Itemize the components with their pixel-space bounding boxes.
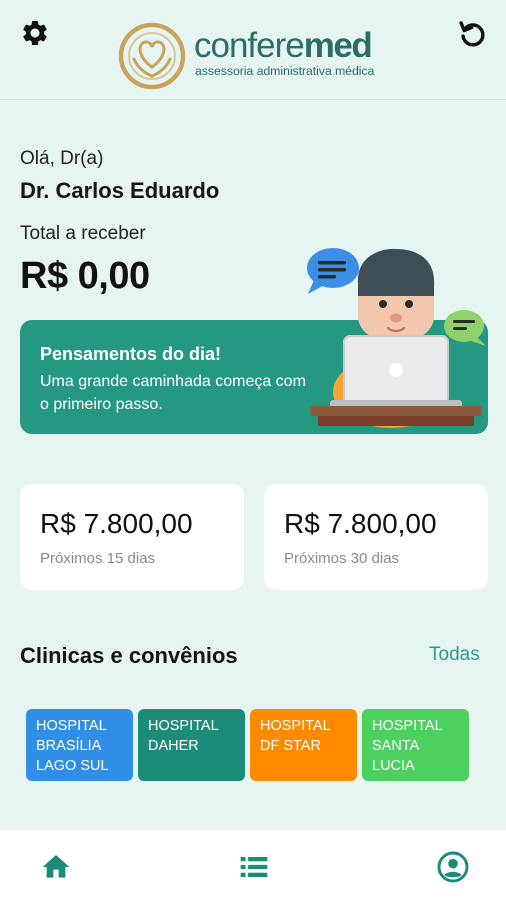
greeting-salutation: Olá, Dr(a) — [20, 148, 104, 169]
refresh-icon[interactable] — [456, 17, 490, 51]
logo-tagline: assessoria administrativa médica — [195, 64, 375, 78]
gear-icon[interactable] — [20, 18, 50, 48]
clinic-card-df-star[interactable]: HOSPITAL DF STAR — [250, 709, 357, 781]
list-icon[interactable] — [238, 851, 270, 883]
app-header: conferemed assessoria administrativa méd… — [0, 0, 506, 100]
logo-emblem — [118, 22, 186, 90]
stat-label: Próximos 30 dias — [284, 550, 400, 567]
bottom-navigation — [0, 830, 506, 900]
banner-message: Uma grande caminhada começa com o primei… — [40, 373, 306, 413]
logo-wordmark: conferemed — [194, 26, 373, 65]
chat-bubble-icon — [307, 248, 359, 294]
doctor-laptop-illustration — [307, 248, 486, 428]
banner-title: Pensamentos do dia! — [40, 344, 222, 364]
doctor-name: Dr. Carlos Eduardo — [20, 178, 220, 203]
clinic-card-santa-lucia[interactable]: HOSPITAL SANTA LUCIA — [362, 709, 469, 781]
stat-label: Próximos 15 dias — [40, 550, 156, 567]
clinics-section-title: Clinicas e convênios — [20, 643, 238, 668]
clinic-card-daher[interactable]: HOSPITAL DAHER — [138, 709, 245, 781]
total-receivable-label: Total a receber — [20, 223, 146, 244]
user-icon[interactable] — [437, 851, 469, 883]
clinic-card-brasilia-lago-sul[interactable]: HOSPITAL BRASÍLIA LAGO SUL — [26, 709, 133, 781]
stat-card-15-days[interactable]: R$ 7.800,00 Próximos 15 dias — [20, 484, 244, 590]
chat-bubble-icon — [444, 310, 486, 346]
see-all-clinics-link[interactable]: Todas — [429, 644, 480, 666]
stat-value: R$ 7.800,00 — [40, 508, 193, 539]
brand-logo: conferemed assessoria administrativa méd… — [116, 20, 406, 92]
stat-card-30-days[interactable]: R$ 7.800,00 Próximos 30 dias — [264, 484, 488, 590]
total-receivable-value: R$ 0,00 — [20, 255, 150, 297]
stat-value: R$ 7.800,00 — [284, 508, 437, 539]
home-icon[interactable] — [40, 851, 72, 883]
